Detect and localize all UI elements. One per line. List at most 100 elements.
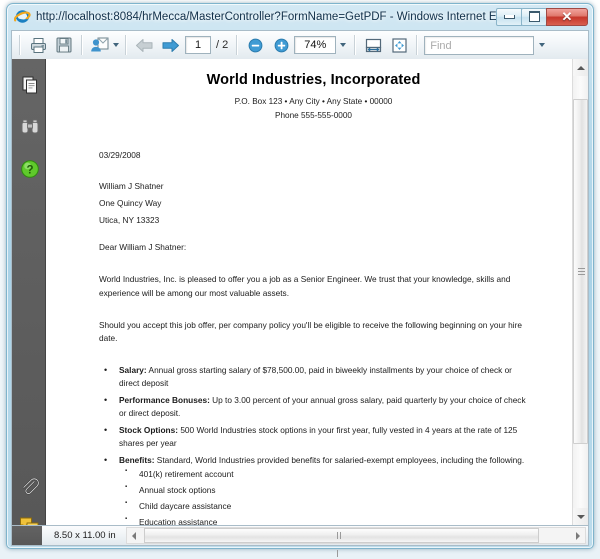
bullet-label: Salary: (119, 364, 147, 375)
fit-page-button[interactable] (386, 33, 412, 57)
chevron-down-icon (539, 43, 546, 47)
status-bar-sidebar-stub (12, 526, 42, 545)
chevron-up-icon (576, 65, 585, 70)
chevron-left-icon (132, 531, 137, 540)
scrollbar-grip-icon (337, 532, 345, 557)
scroll-left-button[interactable] (127, 528, 142, 543)
save-floppy-icon (56, 37, 72, 53)
screen: http://localhost:8084/hrMecca/MasterCont… (0, 0, 600, 559)
benefits-bullet-list: Salary: Annual gross starting salary of … (99, 363, 528, 525)
toolbar-separator (81, 35, 83, 55)
horizontal-scrollbar[interactable] (125, 527, 586, 557)
previous-page-arrow-icon (135, 38, 152, 52)
window-controls: ✕ (496, 7, 588, 26)
list-item: 401(k) retirement account (119, 467, 528, 480)
toolbar-separator (416, 35, 419, 55)
close-icon: ✕ (561, 9, 573, 24)
list-item: Benefits: Standard, World Industries pro… (99, 453, 528, 525)
bullet-text: 500 World Industries stock options in yo… (119, 424, 518, 449)
body-paragraph: Should you accept this job offer, per co… (99, 320, 522, 344)
scroll-up-button[interactable] (573, 59, 588, 76)
title-bar: http://localhost:8084/hrMecca/MasterCont… (7, 4, 593, 29)
recipient-line: One Quincy Way (99, 198, 162, 209)
search-panel-button[interactable] (19, 116, 40, 137)
maximize-icon (528, 11, 540, 22)
previous-page-button[interactable] (131, 33, 157, 57)
chevron-down-icon[interactable] (112, 43, 119, 47)
list-item: Child daycare assistance (119, 499, 528, 512)
salutation: Dear William J Shatner: (99, 242, 187, 253)
list-item: Performance Bonuses: Up to 3.00 percent … (99, 393, 528, 421)
bullet-label: Benefits: (119, 454, 155, 465)
bullet-text: Annual gross starting salary of $78,500.… (119, 364, 512, 389)
green-help-question-icon: ? (20, 159, 39, 178)
chevron-right-icon (575, 531, 580, 540)
maximize-button[interactable] (521, 7, 547, 26)
body-paragraph: World Industries, Inc. is pleased to off… (99, 274, 511, 298)
company-phone: Phone 555-555-0000 (275, 111, 352, 121)
pages-thumbnails-icon (22, 76, 37, 93)
horizontal-scrollbar-thumb[interactable] (143, 528, 539, 557)
chevron-down-icon (340, 43, 347, 47)
browser-window: http://localhost:8084/hrMecca/MasterCont… (6, 3, 594, 557)
zoom-in-button[interactable] (268, 33, 294, 57)
page-size-label: 8.50 x 11.00 in (54, 530, 116, 541)
list-item: Education assistance (119, 515, 528, 525)
fit-width-icon (365, 38, 381, 52)
window-title: http://localhost:8084/hrMecca/MasterCont… (36, 10, 496, 23)
save-button[interactable] (51, 33, 77, 57)
internet-explorer-icon (13, 8, 31, 25)
svg-text:?: ? (26, 164, 33, 176)
vertical-scrollbar-thumb[interactable] (573, 99, 588, 444)
fit-width-button[interactable] (360, 33, 386, 57)
print-button[interactable] (25, 33, 51, 57)
zoom-out-icon (248, 38, 263, 52)
pages-panel-button[interactable] (19, 74, 40, 95)
chevron-down-icon (576, 514, 585, 519)
toolbar-separator (236, 35, 239, 55)
list-item: Salary: Annual gross starting salary of … (99, 363, 528, 391)
toolbar-separator (125, 35, 127, 55)
bullet-label: Performance Bonuses: (119, 394, 210, 405)
benefits-sub-list: 401(k) retirement account Annual stock o… (119, 467, 528, 525)
zoom-out-button[interactable] (242, 33, 268, 57)
pdf-page-view[interactable]: World Industries, Incorporated P.O. Box … (46, 59, 588, 525)
close-button[interactable]: ✕ (546, 7, 588, 26)
zoom-dropdown-button[interactable] (336, 36, 350, 54)
scroll-down-button[interactable] (573, 508, 588, 525)
fit-page-icon (392, 37, 407, 53)
list-item: Stock Options: 500 World Industries stoc… (99, 423, 528, 451)
status-bar: 8.50 x 11.00 in (11, 525, 589, 557)
pdf-viewer-content: ? World Industries, Incorporated P.O. Bo… (11, 59, 589, 534)
find-input[interactable]: Find (424, 35, 535, 55)
recipient-line: William J Shatner (99, 180, 164, 191)
paperclip-attachments-icon (22, 477, 39, 494)
minimize-button[interactable] (496, 7, 522, 26)
letterhead: World Industries, Incorporated P.O. Box … (80, 69, 547, 123)
scroll-right-button[interactable] (570, 528, 585, 543)
document-page: World Industries, Incorporated P.O. Box … (46, 59, 573, 525)
minimize-icon (503, 14, 515, 19)
company-name: World Industries, Incorporated (206, 72, 421, 88)
binoculars-search-icon (21, 119, 38, 133)
recipient-line: Utica, NY 13323 (99, 215, 160, 226)
bullet-text: Standard, World Industries provided bene… (154, 454, 525, 465)
vertical-scrollbar[interactable] (572, 59, 588, 525)
recipient-address: William J Shatner One Quincy Way Utica, … (99, 180, 547, 228)
list-item: Annual stock options (119, 483, 528, 496)
toolbar-separator (19, 35, 21, 55)
help-panel-button[interactable]: ? (19, 158, 40, 179)
email-document-button[interactable] (87, 33, 121, 57)
attachments-panel-button[interactable] (19, 475, 40, 496)
toolbar-separator (354, 35, 357, 55)
letter-date: 03/29/2008 (99, 149, 141, 160)
company-address: P.O. Box 123 • Any City • Any State • 00… (234, 97, 393, 107)
printer-icon (30, 37, 46, 53)
scrollbar-grip-icon (578, 267, 585, 276)
next-page-arrow-icon (162, 38, 179, 52)
find-dropdown-button[interactable] (534, 36, 550, 55)
email-document-icon (90, 37, 108, 52)
zoom-level-input[interactable]: 74% (294, 36, 337, 54)
page-number-input[interactable]: 1 (185, 36, 211, 54)
next-page-button[interactable] (157, 33, 183, 57)
